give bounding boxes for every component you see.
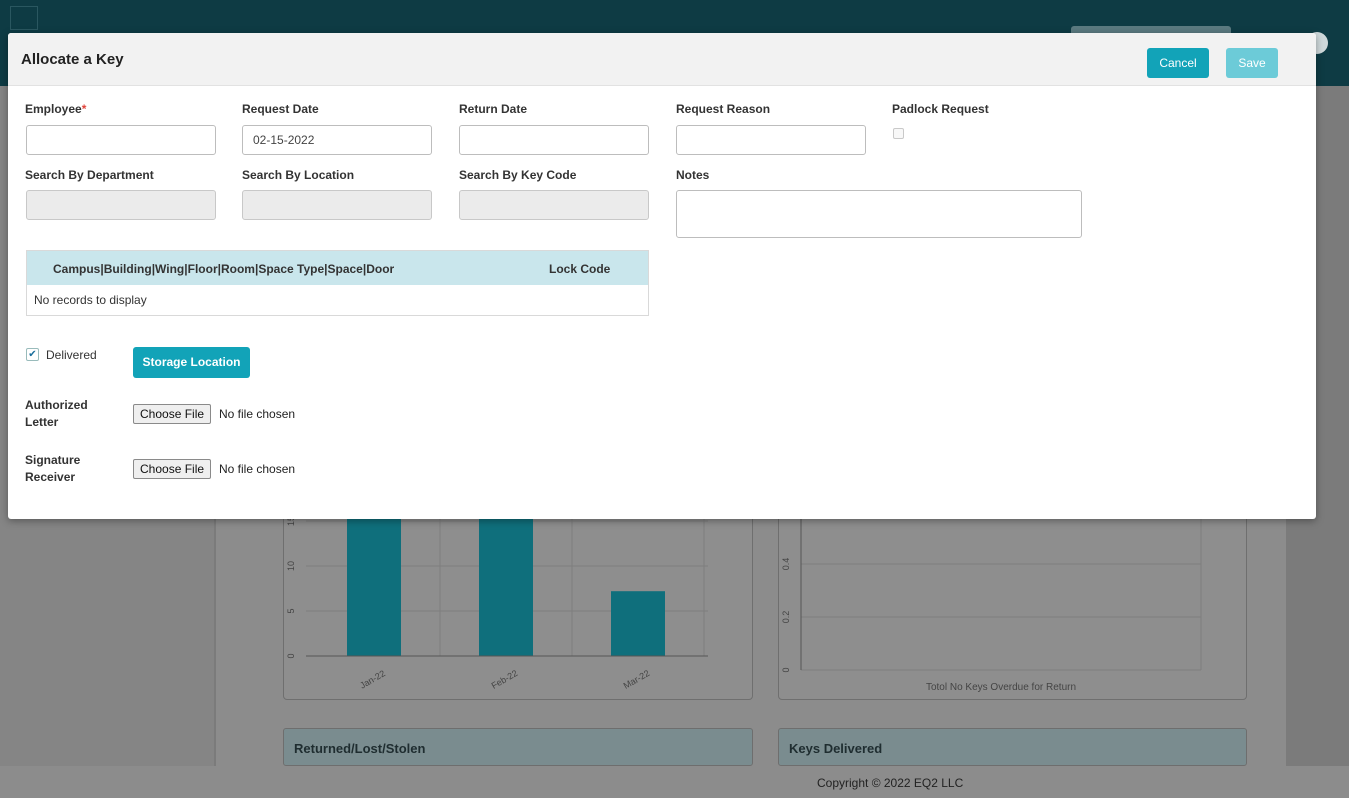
padlock-request-label: Padlock Request xyxy=(892,102,989,116)
delivered-checkbox[interactable]: ✔ xyxy=(26,348,39,361)
search-location-label: Search By Location xyxy=(242,168,355,182)
required-mark: * xyxy=(81,102,87,116)
monthly-keys-chart-panel: 0 5 10 15 Jan-22 Feb-22 Mar-22 xyxy=(283,505,753,700)
monthly-keys-chart: 051015Jan-22 Feb-22 Mar-22 xyxy=(286,506,708,691)
copyright-text: Copyright © 2022 EQ2 LLC xyxy=(817,776,964,790)
x-tick-label: Jan-22 xyxy=(358,668,387,690)
x-tick-label: Feb-22 xyxy=(490,668,520,691)
request-reason-input[interactable] xyxy=(676,125,866,155)
search-location-input[interactable] xyxy=(242,190,432,220)
employee-input[interactable] xyxy=(26,125,216,155)
save-button[interactable]: Save xyxy=(1226,48,1278,78)
section-title: Keys Delivered xyxy=(789,741,883,756)
request-reason-label: Request Reason xyxy=(676,102,771,116)
grid-empty-message: No records to display xyxy=(34,293,147,307)
bar xyxy=(347,506,401,656)
notes-label: Notes xyxy=(676,168,710,182)
authorized-letter-file-status: No file chosen xyxy=(219,407,296,421)
storage-location-button[interactable]: Storage Location xyxy=(133,347,250,378)
search-department-input[interactable] xyxy=(26,190,216,220)
authorized-letter-label: Authorized Letter xyxy=(25,398,88,429)
bar xyxy=(611,591,665,656)
y-tick-label: 0 xyxy=(781,667,791,672)
column-header-lock-code[interactable]: Lock Code xyxy=(549,262,610,276)
door-lock-grid: Campus|Building|Wing|Floor|Room|Space Ty… xyxy=(26,250,649,316)
y-tick-label: 0.4 xyxy=(781,558,791,571)
signature-receiver-choose-file-button[interactable]: Choose File xyxy=(133,459,212,479)
signature-receiver-label: Signature Receiver xyxy=(25,453,81,484)
employee-label: Employee* xyxy=(25,102,87,116)
y-tick-label: 5 xyxy=(286,608,296,613)
bar xyxy=(479,506,533,656)
section-title: Returned/Lost/Stolen xyxy=(294,741,426,756)
returned-lost-stolen-section[interactable]: Returned/Lost/Stolen xyxy=(283,728,753,766)
search-department-label: Search By Department xyxy=(25,168,154,182)
column-header-location[interactable]: Campus|Building|Wing|Floor|Room|Space Ty… xyxy=(53,262,394,276)
app-logo-icon xyxy=(10,6,38,30)
x-tick-label: Mar-22 xyxy=(622,668,652,691)
overdue-keys-chart-panel: 0 0.2 0.4 Totol No Keys Overdue for Return xyxy=(778,505,1247,700)
authorized-letter-choose-file-button[interactable]: Choose File xyxy=(133,404,212,424)
keys-delivered-section[interactable]: Keys Delivered xyxy=(778,728,1247,766)
cancel-button[interactable]: Cancel xyxy=(1147,48,1209,78)
signature-receiver-file-status: No file chosen xyxy=(219,462,296,476)
dialog-title: Allocate a Key xyxy=(21,51,124,68)
overdue-keys-chart: 0 0.2 0.4 Totol No Keys Overdue for Return xyxy=(781,506,1202,693)
search-keycode-label: Search By Key Code xyxy=(459,168,577,182)
chart-caption: Totol No Keys Overdue for Return xyxy=(926,682,1076,693)
delivered-label: Delivered xyxy=(46,348,97,362)
dialog-header: Allocate a Key Cancel Save xyxy=(8,33,1316,86)
grid-header: Campus|Building|Wing|Floor|Room|Space Ty… xyxy=(27,251,648,285)
search-keycode-input[interactable] xyxy=(459,190,649,220)
return-date-label: Return Date xyxy=(459,102,528,116)
notes-textarea[interactable] xyxy=(676,190,1082,238)
return-date-input[interactable] xyxy=(459,125,649,155)
y-tick-label: 0 xyxy=(286,653,296,658)
allocate-key-dialog: Allocate a Key Cancel Save Employee* Req… xyxy=(8,33,1316,519)
y-tick-label: 10 xyxy=(286,561,296,571)
request-date-label: Request Date xyxy=(242,102,319,116)
request-date-input[interactable]: 02-15-2022 xyxy=(242,125,432,155)
y-tick-label: 0.2 xyxy=(781,611,791,624)
padlock-request-checkbox[interactable] xyxy=(893,128,904,139)
footer: Copyright © 2022 EQ2 LLC xyxy=(0,766,1349,798)
